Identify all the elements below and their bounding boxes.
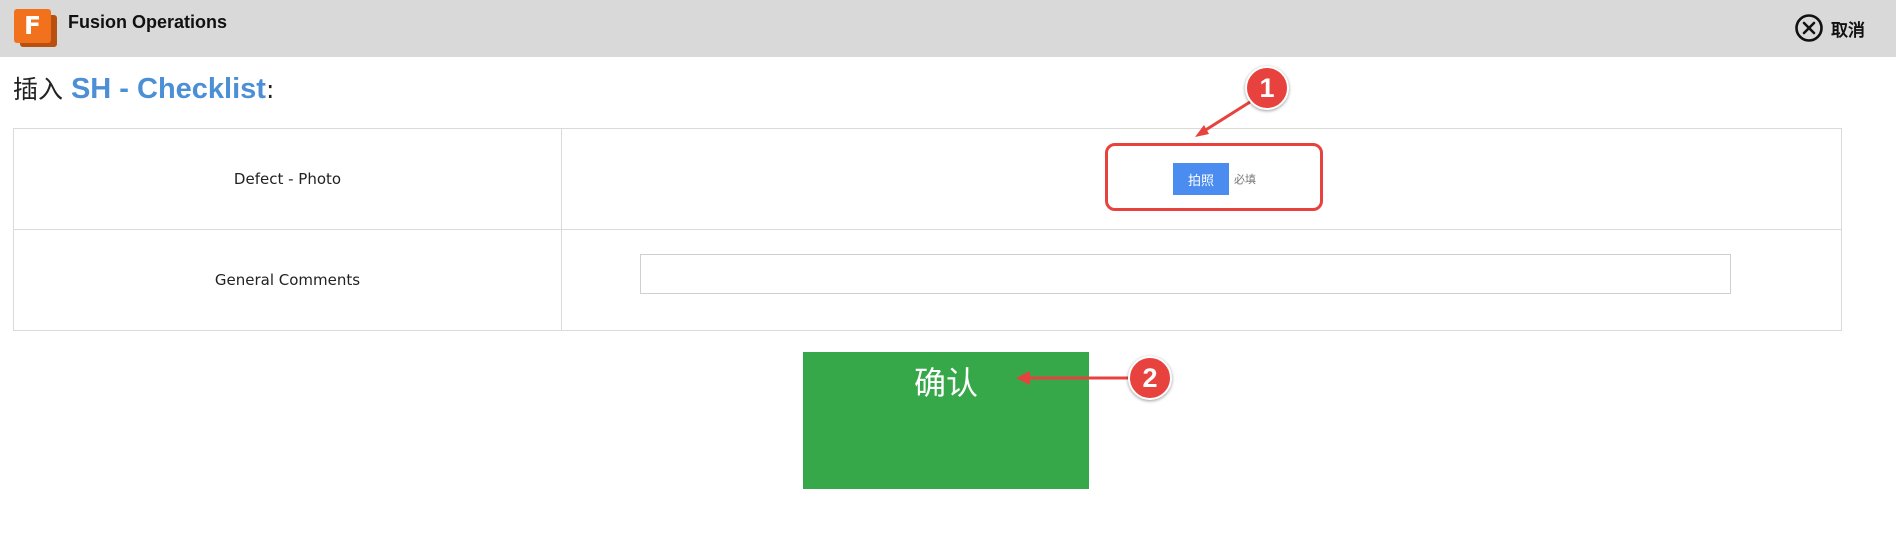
form-name: SH - Checklist — [70, 73, 266, 105]
title-bar: F Fusion Operations 取消 — [0, 0, 1896, 57]
heading-suffix: : — [265, 75, 275, 104]
field-value-general-comments — [561, 229, 1842, 331]
general-comments-input[interactable] — [640, 254, 1731, 294]
fusion-logo-icon: F — [14, 9, 58, 47]
cancel-button[interactable]: 取消 — [1794, 12, 1865, 44]
field-label-general-comments: General Comments — [13, 229, 562, 331]
annotation-highlight-box — [1105, 143, 1323, 211]
heading-prefix: 插入 — [13, 75, 71, 104]
table-row: General Comments — [13, 229, 1842, 331]
page-title: 插入 SH - Checklist: — [13, 70, 274, 106]
field-label-defect-photo: Defect - Photo — [13, 128, 562, 230]
annotation-badge-2: 2 — [1128, 356, 1172, 400]
cancel-label: 取消 — [1831, 20, 1865, 41]
form-table: Defect - Photo 拍照 必填 General Comments — [13, 128, 1842, 331]
app-title: Fusion Operations — [68, 12, 228, 32]
table-row: Defect - Photo 拍照 必填 — [13, 128, 1842, 230]
annotation-badge-1: 1 — [1245, 66, 1289, 110]
close-circle-icon — [1795, 14, 1823, 42]
confirm-button[interactable]: 确认 — [803, 352, 1089, 489]
